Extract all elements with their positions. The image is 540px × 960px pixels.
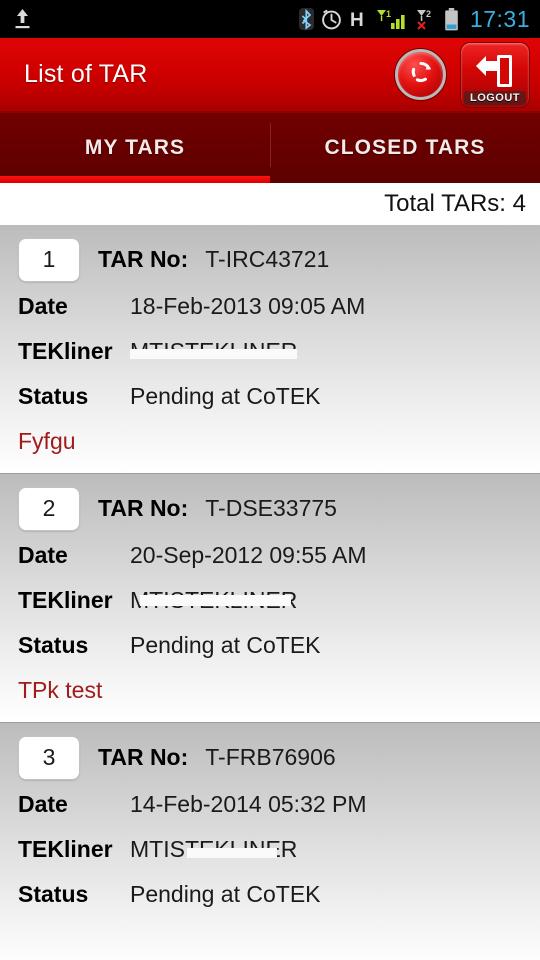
- date-value: 18-Feb-2013 09:05 AM: [130, 293, 366, 319]
- hspa-network-icon: H: [349, 8, 368, 30]
- tar-no-label: TAR No:: [98, 495, 189, 521]
- tar-description-row: Fyfgu: [0, 419, 540, 463]
- tar-description: Fyfgu: [18, 427, 76, 454]
- tekliner-label: TEKliner: [18, 587, 113, 613]
- tar-no-value: T-DSE33775: [205, 495, 337, 521]
- total-tars-label: Total TARs: 4: [384, 190, 526, 217]
- tar-header-row: 3 TAR No: T-FRB76906: [0, 735, 540, 780]
- tar-tekliner-row: TEKliner MTISTEKLINER: [0, 578, 540, 623]
- signal-sim2-no-service-icon: 2: [415, 8, 437, 30]
- tar-description-row: TPk test: [0, 668, 540, 712]
- date-value: 20-Sep-2012 09:55 AM: [130, 542, 367, 568]
- status-bar-clock: 17:31: [469, 5, 530, 32]
- date-label: Date: [18, 293, 68, 319]
- tar-index-badge: 1: [18, 237, 80, 282]
- logout-button-label: LOGOUT: [464, 90, 526, 105]
- tekliner-value: MTISTEKLINER: [130, 338, 298, 364]
- tar-status-row: Status Pending at CoTEK: [0, 872, 540, 917]
- upload-icon: [14, 8, 31, 30]
- tar-list[interactable]: 1 TAR No: T-IRC43721 Date 18-Feb-2013 09…: [0, 225, 540, 960]
- status-label: Status: [18, 881, 89, 907]
- refresh-button[interactable]: [395, 49, 446, 100]
- tab-my-tars[interactable]: MY TARS: [0, 113, 270, 183]
- tar-list-item[interactable]: 1 TAR No: T-IRC43721 Date 18-Feb-2013 09…: [0, 225, 540, 474]
- tar-date-row: Date 18-Feb-2013 09:05 AM: [0, 284, 540, 329]
- svg-text:2: 2: [426, 9, 431, 19]
- date-label: Date: [18, 791, 68, 817]
- alarm-icon: [321, 9, 342, 30]
- logout-button[interactable]: LOGOUT: [460, 41, 530, 108]
- status-value: Pending at CoTEK: [130, 632, 321, 658]
- app-header: List of TAR LOGOUT: [0, 38, 540, 113]
- date-value: 14-Feb-2014 05:32 PM: [130, 791, 367, 817]
- tab-closed-tars-label: CLOSED TARS: [324, 136, 486, 159]
- tar-tekliner-row: TEKliner MTISTEKLINER: [0, 329, 540, 374]
- tar-header-row: 1 TAR No: T-IRC43721: [0, 237, 540, 282]
- tekliner-value: MTISTEKLINER: [130, 836, 298, 862]
- tar-status-row: Status Pending at CoTEK: [0, 374, 540, 419]
- refresh-icon: [406, 57, 436, 92]
- tar-index-badge: 3: [18, 735, 80, 780]
- tar-list-item[interactable]: 3 TAR No: T-FRB76906 Date 14-Feb-2014 05…: [0, 723, 540, 960]
- signal-sim1-icon: 1: [375, 8, 408, 30]
- tab-my-tars-label: MY TARS: [84, 136, 186, 159]
- date-label: Date: [18, 542, 68, 568]
- tar-description-row: [0, 917, 540, 960]
- header-actions: LOGOUT: [395, 41, 540, 108]
- tar-index-badge: 2: [18, 486, 80, 531]
- page-title: List of TAR: [24, 60, 148, 88]
- tar-date-row: Date 20-Sep-2012 09:55 AM: [0, 533, 540, 578]
- status-value: Pending at CoTEK: [130, 383, 321, 409]
- active-tab-indicator: [0, 176, 270, 183]
- tar-tekliner-row: TEKliner MTISTEKLINER: [0, 827, 540, 872]
- status-label: Status: [18, 632, 89, 658]
- tar-no-value: T-IRC43721: [205, 246, 330, 272]
- battery-icon: [444, 7, 459, 31]
- tar-list-item[interactable]: 2 TAR No: T-DSE33775 Date 20-Sep-2012 09…: [0, 474, 540, 723]
- tab-bar: MY TARS CLOSED TARS: [0, 113, 540, 183]
- summary-bar: Total TARs: 4: [0, 183, 540, 225]
- tar-no-label: TAR No:: [98, 744, 189, 770]
- svg-text:1: 1: [386, 9, 391, 19]
- tekliner-label: TEKliner: [18, 836, 113, 862]
- status-value: Pending at CoTEK: [130, 881, 321, 907]
- tar-header-row: 2 TAR No: T-DSE33775: [0, 486, 540, 531]
- svg-text:H: H: [350, 10, 364, 30]
- tar-status-row: Status Pending at CoTEK: [0, 623, 540, 668]
- status-label: Status: [18, 383, 89, 409]
- tekliner-value: MTISTEKLINER: [130, 587, 298, 613]
- tekliner-label: TEKliner: [18, 338, 113, 364]
- app-screen: H 1 2 17:31 List of TAR LOGOUT MY TARS C…: [0, 0, 540, 960]
- tar-description: TPk test: [18, 676, 103, 703]
- tar-no-value: T-FRB76906: [205, 744, 336, 770]
- tar-no-label: TAR No:: [98, 246, 189, 272]
- bluetooth-icon: [298, 8, 314, 30]
- tab-closed-tars[interactable]: CLOSED TARS: [270, 113, 540, 183]
- tar-date-row: Date 14-Feb-2014 05:32 PM: [0, 782, 540, 827]
- status-bar: H 1 2 17:31: [0, 0, 540, 38]
